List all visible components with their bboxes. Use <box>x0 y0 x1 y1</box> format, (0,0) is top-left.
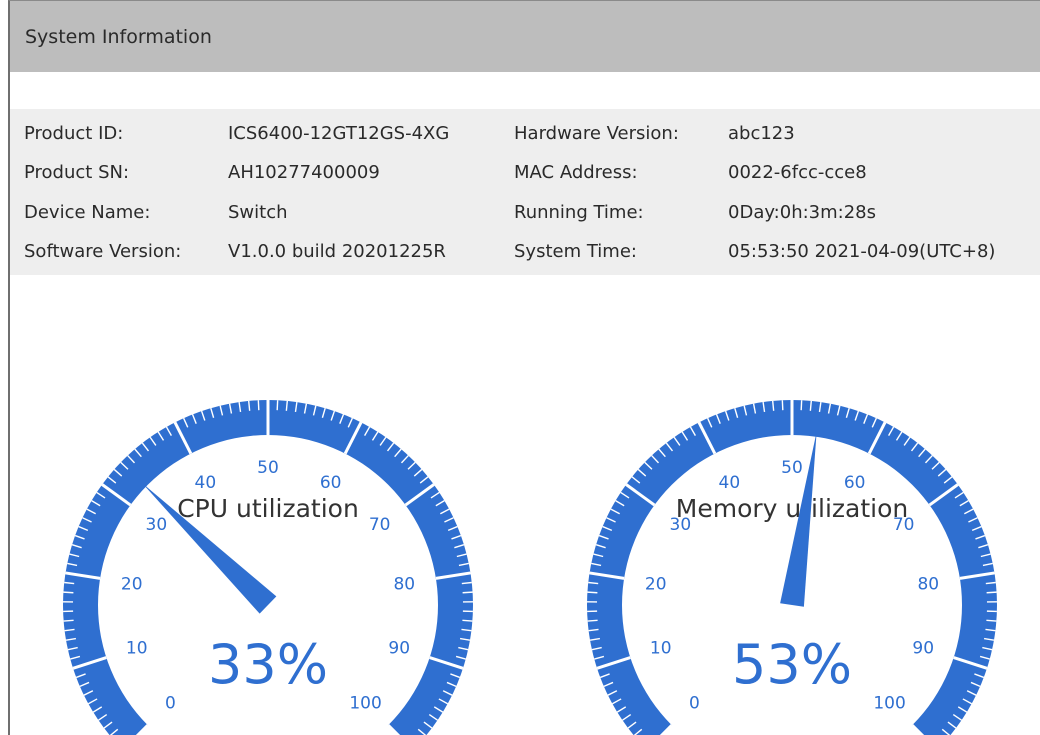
memory-minor-tick <box>986 619 997 622</box>
cpu-tick-label: 10 <box>126 639 148 659</box>
memory-minor-tick <box>986 591 997 594</box>
memory-minor-tick <box>587 591 598 594</box>
cpu-minor-tick <box>63 591 74 594</box>
memory-gauge-title: Memory utilization <box>676 494 908 523</box>
memory-tick-label: 50 <box>781 458 803 478</box>
cpu-tick-label: 0 <box>165 694 176 714</box>
memory-gauge-value: 53% <box>732 633 852 696</box>
memory-minor-tick <box>587 619 598 622</box>
memory-tick-label: 0 <box>689 694 700 714</box>
cpu-minor-tick <box>63 619 74 622</box>
cpu-minor-tick <box>462 619 473 622</box>
memory-tick-label: 10 <box>650 639 672 659</box>
memory-tick-label: 100 <box>873 694 905 714</box>
cpu-utilization-gauge: 0 10 20 30 40 50 60 70 80 90 100 CPU utilization 33% <box>63 400 473 735</box>
memory-utilization-gauge: 0102030405060708090100Memory utilization… <box>587 400 997 735</box>
memory-tick-label: 80 <box>917 574 939 594</box>
cpu-tick-label: 100 <box>349 694 381 714</box>
cpu-minor-tick <box>248 400 251 411</box>
memory-tick-label: 60 <box>844 473 866 493</box>
memory-tick-label: 90 <box>912 639 934 659</box>
cpu-tick-label: 50 <box>257 458 279 478</box>
cpu-gauge-title: CPU utilization <box>177 494 359 523</box>
cpu-minor-tick <box>285 400 288 411</box>
memory-minor-tick <box>772 400 775 411</box>
cpu-gauge-value: 33% <box>208 633 328 696</box>
cpu-tick-label: 40 <box>195 473 217 493</box>
gauges-area: 0102030405060708090100CPU utilization33%… <box>63 400 997 735</box>
memory-tick-label: 20 <box>645 574 667 594</box>
memory-tick-label: 40 <box>719 473 741 493</box>
cpu-tick-label: 90 <box>388 639 410 659</box>
cpu-tick-label: 80 <box>393 574 415 594</box>
cpu-tick-label: 70 <box>369 515 391 535</box>
cpu-tick-label: 60 <box>320 473 342 493</box>
cpu-tick-label: 30 <box>146 515 168 535</box>
cpu-tick-label: 20 <box>121 574 143 594</box>
cpu-minor-tick <box>462 591 473 594</box>
memory-minor-tick <box>809 400 812 411</box>
